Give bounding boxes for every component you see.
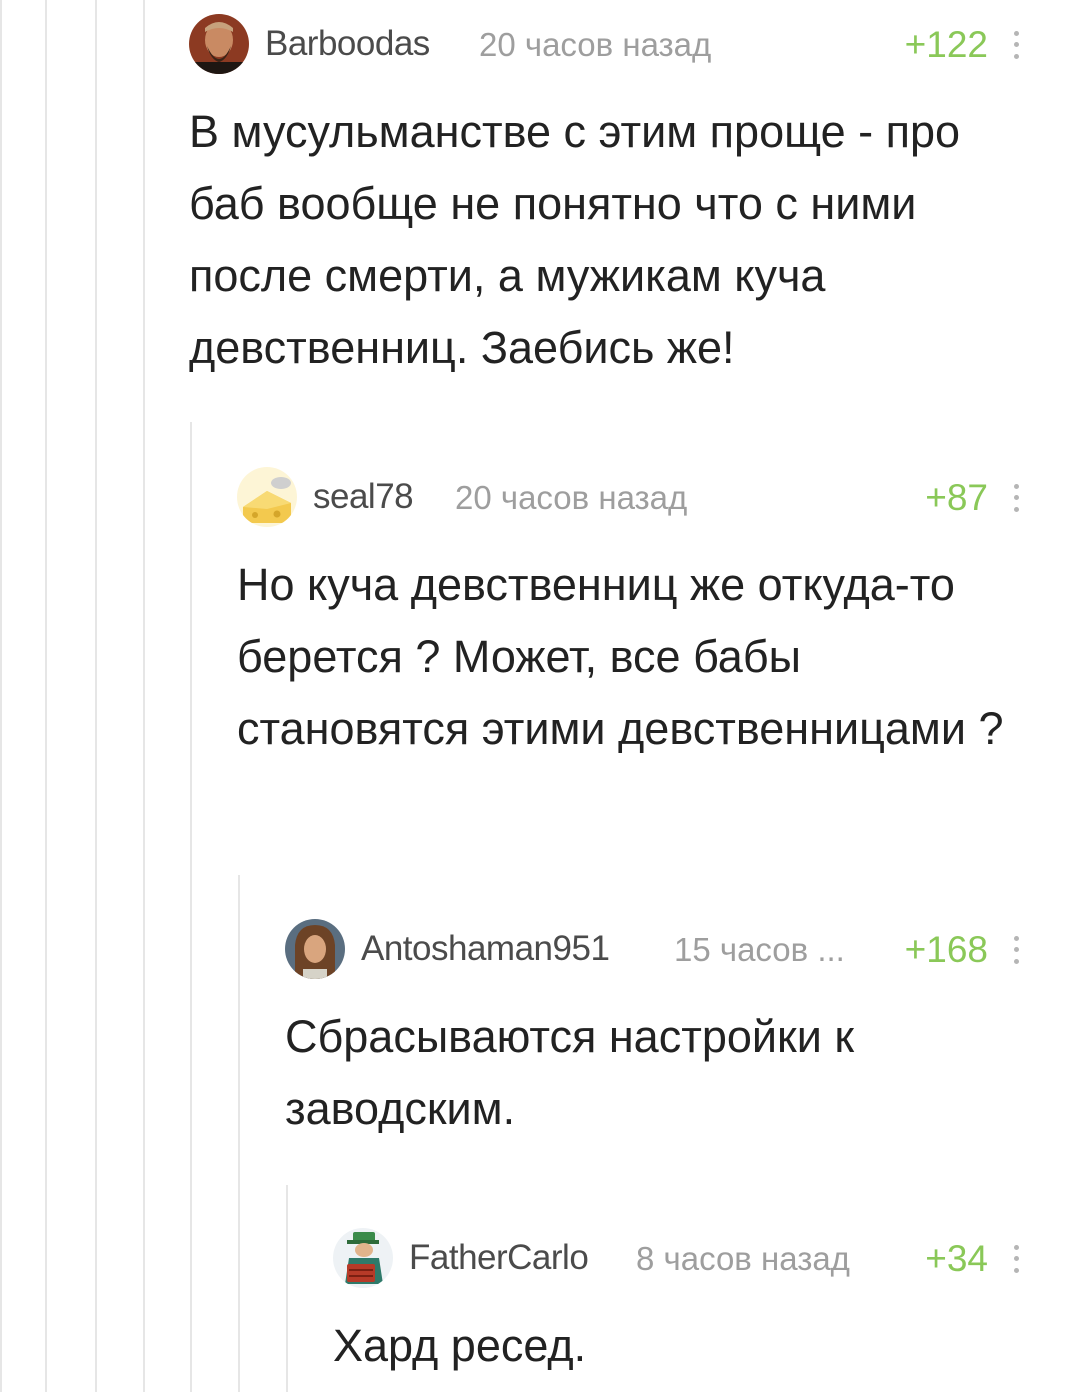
thread-line [190, 422, 192, 1392]
author-name[interactable]: seal78 [313, 477, 414, 517]
comment: Antoshaman951 15 часов ... +168 Сбрасыва… [285, 919, 1080, 1145]
thread-line [0, 0, 2, 1392]
comment-text: Но куча девственниц же откуда-то берется… [237, 559, 1004, 754]
author-name[interactable]: Barboodas [265, 24, 430, 64]
comment-time: 8 часов назад [636, 1240, 850, 1277]
comment-text: В мусульманстве с этим проще - про баб в… [189, 106, 961, 373]
comment-header: Barboodas 20 часов назад +122 [189, 14, 1080, 74]
comment-header: FatherCarlo 8 часов назад +34 [333, 1228, 1080, 1288]
thread-line [143, 0, 145, 1392]
more-menu-icon[interactable] [1012, 481, 1020, 515]
rating-badge: +34 [925, 1238, 988, 1279]
more-menu-icon[interactable] [1012, 1242, 1020, 1276]
comment: Barboodas 20 часов назад +122 В мусульма… [189, 14, 1080, 384]
more-menu-icon[interactable] [1012, 28, 1020, 62]
rating-badge: +168 [904, 929, 988, 970]
comment-text: Хард ресед. [333, 1320, 587, 1371]
author-name[interactable]: FatherCarlo [409, 1238, 589, 1278]
comment-time: 20 часов назад [479, 26, 712, 63]
bearded-man-avatar-icon[interactable] [189, 14, 249, 74]
comment-time: 20 часов назад [455, 479, 688, 516]
long-haired-man-avatar-icon[interactable] [285, 919, 345, 979]
cheese-avatar-icon[interactable] [237, 467, 297, 527]
thread-line [286, 1185, 288, 1392]
rating-badge: +87 [925, 477, 988, 518]
more-menu-icon[interactable] [1012, 933, 1020, 967]
comment: FatherCarlo 8 часов назад +34 Хард ресед… [333, 1228, 1080, 1382]
comment-header: Antoshaman951 15 часов ... +168 [285, 919, 1080, 979]
author-name[interactable]: Antoshaman951 [361, 929, 610, 969]
organ-grinder-avatar-icon[interactable] [333, 1228, 393, 1288]
thread-line [95, 0, 97, 1392]
thread-line [45, 0, 47, 1392]
comment: seal78 20 часов назад +87 Но куча девств… [237, 467, 1080, 765]
comment-header: seal78 20 часов назад +87 [237, 467, 1080, 527]
comment-text: Сбрасываются настройки к заводским. [285, 1011, 855, 1134]
comment-time: 15 часов ... [674, 931, 845, 968]
rating-badge: +122 [904, 24, 988, 65]
thread-line [238, 875, 240, 1392]
